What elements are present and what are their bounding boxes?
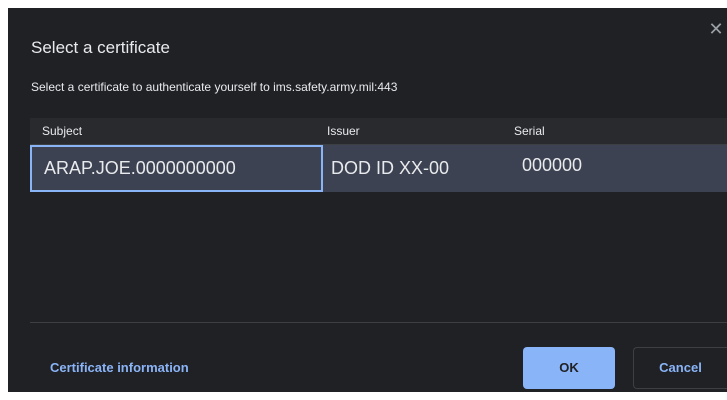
column-header-issuer[interactable]: Issuer — [327, 124, 360, 138]
table-empty-area — [30, 192, 727, 322]
dialog-title: Select a certificate — [31, 38, 170, 57]
ok-button[interactable]: OK — [523, 347, 615, 389]
close-icon[interactable]: ✕ — [707, 20, 725, 38]
cancel-button[interactable]: Cancel — [633, 347, 727, 389]
table-header: Subject Issuer Serial — [30, 118, 727, 145]
certificate-table: Subject Issuer Serial ARAP.JOE.000000000… — [30, 118, 727, 323]
table-row[interactable]: ARAP.JOE.0000000000 DOD ID XX-00 000000 — [30, 145, 727, 192]
cell-serial[interactable]: 000000 — [522, 142, 582, 189]
column-header-subject[interactable]: Subject — [42, 124, 82, 138]
certificate-dialog: ✕ Select a certificate Select a certific… — [8, 8, 727, 392]
cell-subject[interactable]: ARAP.JOE.0000000000 — [30, 145, 323, 192]
dialog-subtitle: Select a certificate to authenticate you… — [31, 80, 398, 94]
certificate-information-link[interactable]: Certificate information — [50, 360, 189, 375]
column-header-serial[interactable]: Serial — [514, 124, 545, 138]
cell-issuer[interactable]: DOD ID XX-00 — [331, 145, 449, 192]
